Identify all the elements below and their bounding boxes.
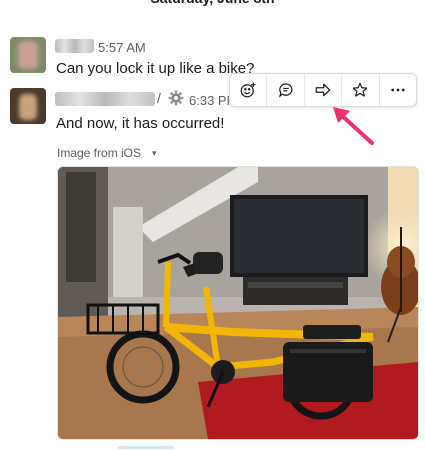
sender-name-redacted[interactable] <box>55 39 94 53</box>
sender-name-redacted[interactable] <box>55 92 155 106</box>
save-star-icon <box>353 82 368 97</box>
name-separator: / <box>157 90 161 106</box>
annotation-arrow-icon <box>333 107 374 145</box>
add-reaction-icon <box>240 82 256 98</box>
save-message-button[interactable] <box>342 74 380 106</box>
chevron-down-icon[interactable]: ▾ <box>152 148 157 159</box>
more-actions-icon <box>391 88 405 92</box>
reply-thread-icon <box>278 83 293 98</box>
cargo-bike-photo <box>58 167 418 439</box>
add-reaction-button[interactable] <box>230 74 268 106</box>
scroll-indicator <box>118 446 174 449</box>
share-message-icon <box>315 83 331 97</box>
message-timestamp[interactable]: 5:57 AM <box>98 40 146 55</box>
attachment-label[interactable]: Image from iOS <box>57 146 141 160</box>
message-text: Can you lock it up like a bike? <box>56 60 255 77</box>
share-message-button[interactable] <box>305 74 343 106</box>
avatar[interactable] <box>10 88 46 124</box>
more-actions-button[interactable] <box>380 74 416 106</box>
date-divider: Saturday, June 8th <box>0 0 425 8</box>
message-text: And now, it has occurred! <box>56 115 225 132</box>
reply-thread-button[interactable] <box>267 74 305 106</box>
message-actions-toolbar <box>229 73 417 107</box>
gear-icon <box>168 90 184 106</box>
attached-photo[interactable] <box>57 166 419 440</box>
avatar[interactable] <box>10 37 46 73</box>
